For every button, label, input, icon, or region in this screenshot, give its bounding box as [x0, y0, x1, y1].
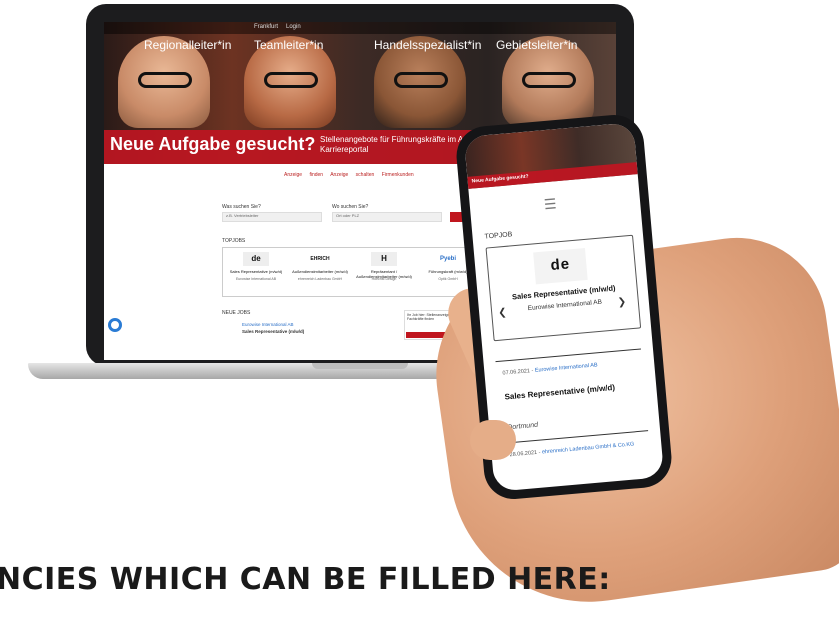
glasses-graphic — [138, 72, 192, 88]
chevron-left-icon[interactable]: ❮ — [498, 307, 507, 319]
listing-date: 28.06.2021 - — [509, 449, 543, 459]
finger-graphic — [470, 420, 516, 460]
search-what-input[interactable]: z.B. Vertriebsleiter — [222, 212, 322, 222]
listing-company[interactable]: ehrenreich Ladenbau GmbH & Co.KG — [542, 441, 635, 455]
search-where-label: Wo suchen Sie? — [332, 204, 369, 210]
job-title: Außendienstmitarbeiter (m/w/d) — [292, 269, 348, 274]
company-logo: Pyebi — [435, 252, 461, 266]
listing-date: 07.06.2021 - — [502, 367, 536, 377]
glasses-graphic — [394, 72, 448, 88]
company-logo: EHRICH — [307, 252, 333, 266]
company-logo: H — [371, 252, 397, 266]
job-title: Sales Representative (m/w/d) — [229, 269, 283, 274]
glasses-graphic — [264, 72, 318, 88]
hamburger-icon[interactable]: ☰ — [543, 195, 557, 213]
hero-headline: Neue Aufgabe gesucht? — [110, 134, 316, 154]
search-form: Was suchen Sie? z.B. Vertriebsleiter Wo … — [222, 204, 478, 226]
top-nav: Frankfurt Login — [104, 22, 616, 34]
job-company: ehrenreich Ladenbau GmbH — [297, 277, 343, 281]
link-business[interactable]: Firmenkunden — [382, 172, 414, 178]
role-label-3: Handelsspezialist*in — [374, 38, 482, 52]
listing-meta: 07.06.2021 - Eurowise International AB — [502, 362, 598, 376]
top-jobs-carousel: de Sales Representative (m/w/d) Eurowise… — [222, 247, 482, 297]
chevron-right-icon[interactable]: ❯ — [617, 297, 626, 309]
role-label-1: Regionalleiter*in — [144, 38, 232, 52]
search-where-input[interactable]: Ort oder PLZ — [332, 212, 442, 222]
latest-job-company[interactable]: Eurowise International AB — [242, 322, 294, 327]
top-jobs-heading: TOPJOBS — [222, 238, 246, 244]
chat-icon[interactable] — [108, 318, 122, 332]
glasses-graphic — [522, 72, 576, 88]
job-card[interactable]: H Repräsentant / Außendienstmitarbeiter … — [355, 252, 413, 292]
page-links: Anzeige finden Anzeige schalten Firmenku… — [284, 172, 414, 178]
latest-job-title[interactable]: Sales Representative (m/w/d) — [242, 329, 304, 334]
listing-meta: 28.06.2021 - ehrenreich Ladenbau GmbH & … — [509, 441, 634, 458]
link-find-ad[interactable]: Anzeige finden — [284, 172, 323, 178]
phone-job-card[interactable]: de Sales Representative (m/w/d) Eurowise… — [485, 234, 642, 342]
job-card[interactable]: de Sales Representative (m/w/d) Eurowise… — [227, 252, 285, 292]
job-card[interactable]: EHRICH Außendienstmitarbeiter (m/w/d) eh… — [291, 252, 349, 292]
company-logo: de — [243, 252, 269, 266]
job-company: Eurowise International AB — [235, 277, 277, 281]
role-label-4: Gebietsleiter*in — [496, 38, 578, 52]
nav-link-location[interactable]: Frankfurt — [254, 24, 278, 30]
listing-title[interactable]: Sales Representative (m/w/d) — [504, 383, 615, 402]
caption-text: NCIES WHICH CAN BE FILLED HERE: — [0, 562, 611, 597]
laptop-notch — [312, 363, 408, 369]
search-what-label: Was suchen Sie? — [222, 204, 261, 210]
listing-company[interactable]: Eurowise International AB — [535, 362, 598, 373]
role-label-2: Teamleiter*in — [254, 38, 324, 52]
phone-section-label: TOPJOB — [484, 231, 513, 241]
divider — [495, 348, 641, 363]
nav-link-login[interactable]: Login — [286, 24, 301, 30]
link-post-ad[interactable]: Anzeige schalten — [330, 172, 374, 178]
latest-jobs-heading: NEUE JOBS — [222, 310, 251, 316]
job-company: Hoechst Design — [371, 277, 397, 281]
company-logo: de — [533, 247, 588, 285]
